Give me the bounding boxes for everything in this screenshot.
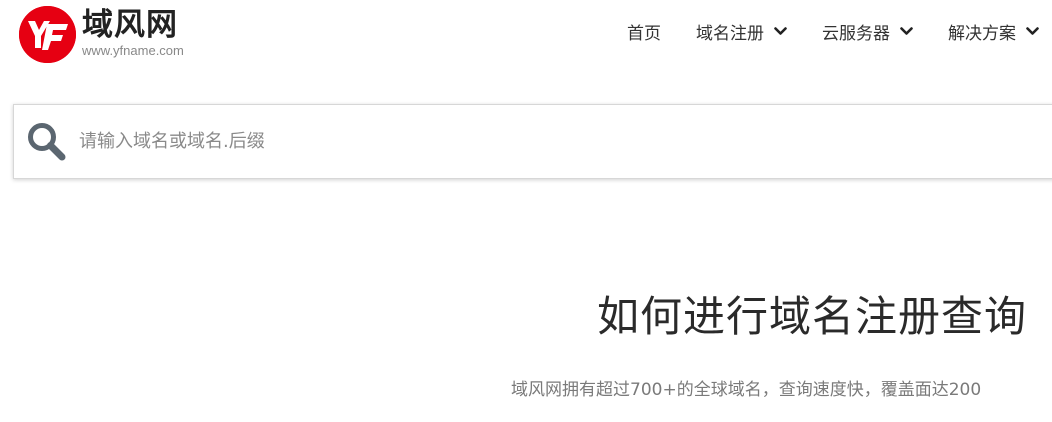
yf-logo-icon: [19, 6, 76, 63]
main-nav: 首页 域名注册 云服务器 解决方案: [627, 14, 1052, 48]
site-logo[interactable]: 域风网 www.yfname.com: [19, 4, 184, 64]
nav-item-cloud-servers[interactable]: 云服务器: [822, 19, 913, 44]
search-icon[interactable]: [25, 120, 69, 164]
logo-badge: [19, 6, 76, 63]
chevron-down-icon: [1026, 27, 1039, 35]
nav-item-domain-registration[interactable]: 域名注册: [696, 19, 787, 44]
brand-name: 域风网: [82, 7, 178, 43]
hero-title: 如何进行域名注册查询: [597, 292, 1028, 341]
nav-item-home[interactable]: 首页: [627, 19, 661, 44]
chevron-down-icon: [900, 27, 913, 35]
domain-search-input[interactable]: [77, 130, 981, 153]
nav-item-label: 域名注册: [696, 23, 764, 44]
nav-item-label: 解决方案: [948, 23, 1016, 44]
hero-subtitle: 域风网拥有超过700+的全球域名，查询速度快，覆盖面达200: [511, 380, 982, 400]
page: 域风网 www.yfname.com 首页 域名注册 云服务器 解决方案 请输入…: [0, 0, 1052, 422]
chevron-down-icon: [774, 27, 787, 35]
nav-item-solutions[interactable]: 解决方案: [948, 19, 1039, 44]
domain-search-bar: [13, 104, 1052, 179]
brand-url: www.yfname.com: [82, 43, 184, 58]
nav-item-label: 首页: [627, 23, 661, 44]
nav-item-label: 云服务器: [822, 23, 890, 44]
